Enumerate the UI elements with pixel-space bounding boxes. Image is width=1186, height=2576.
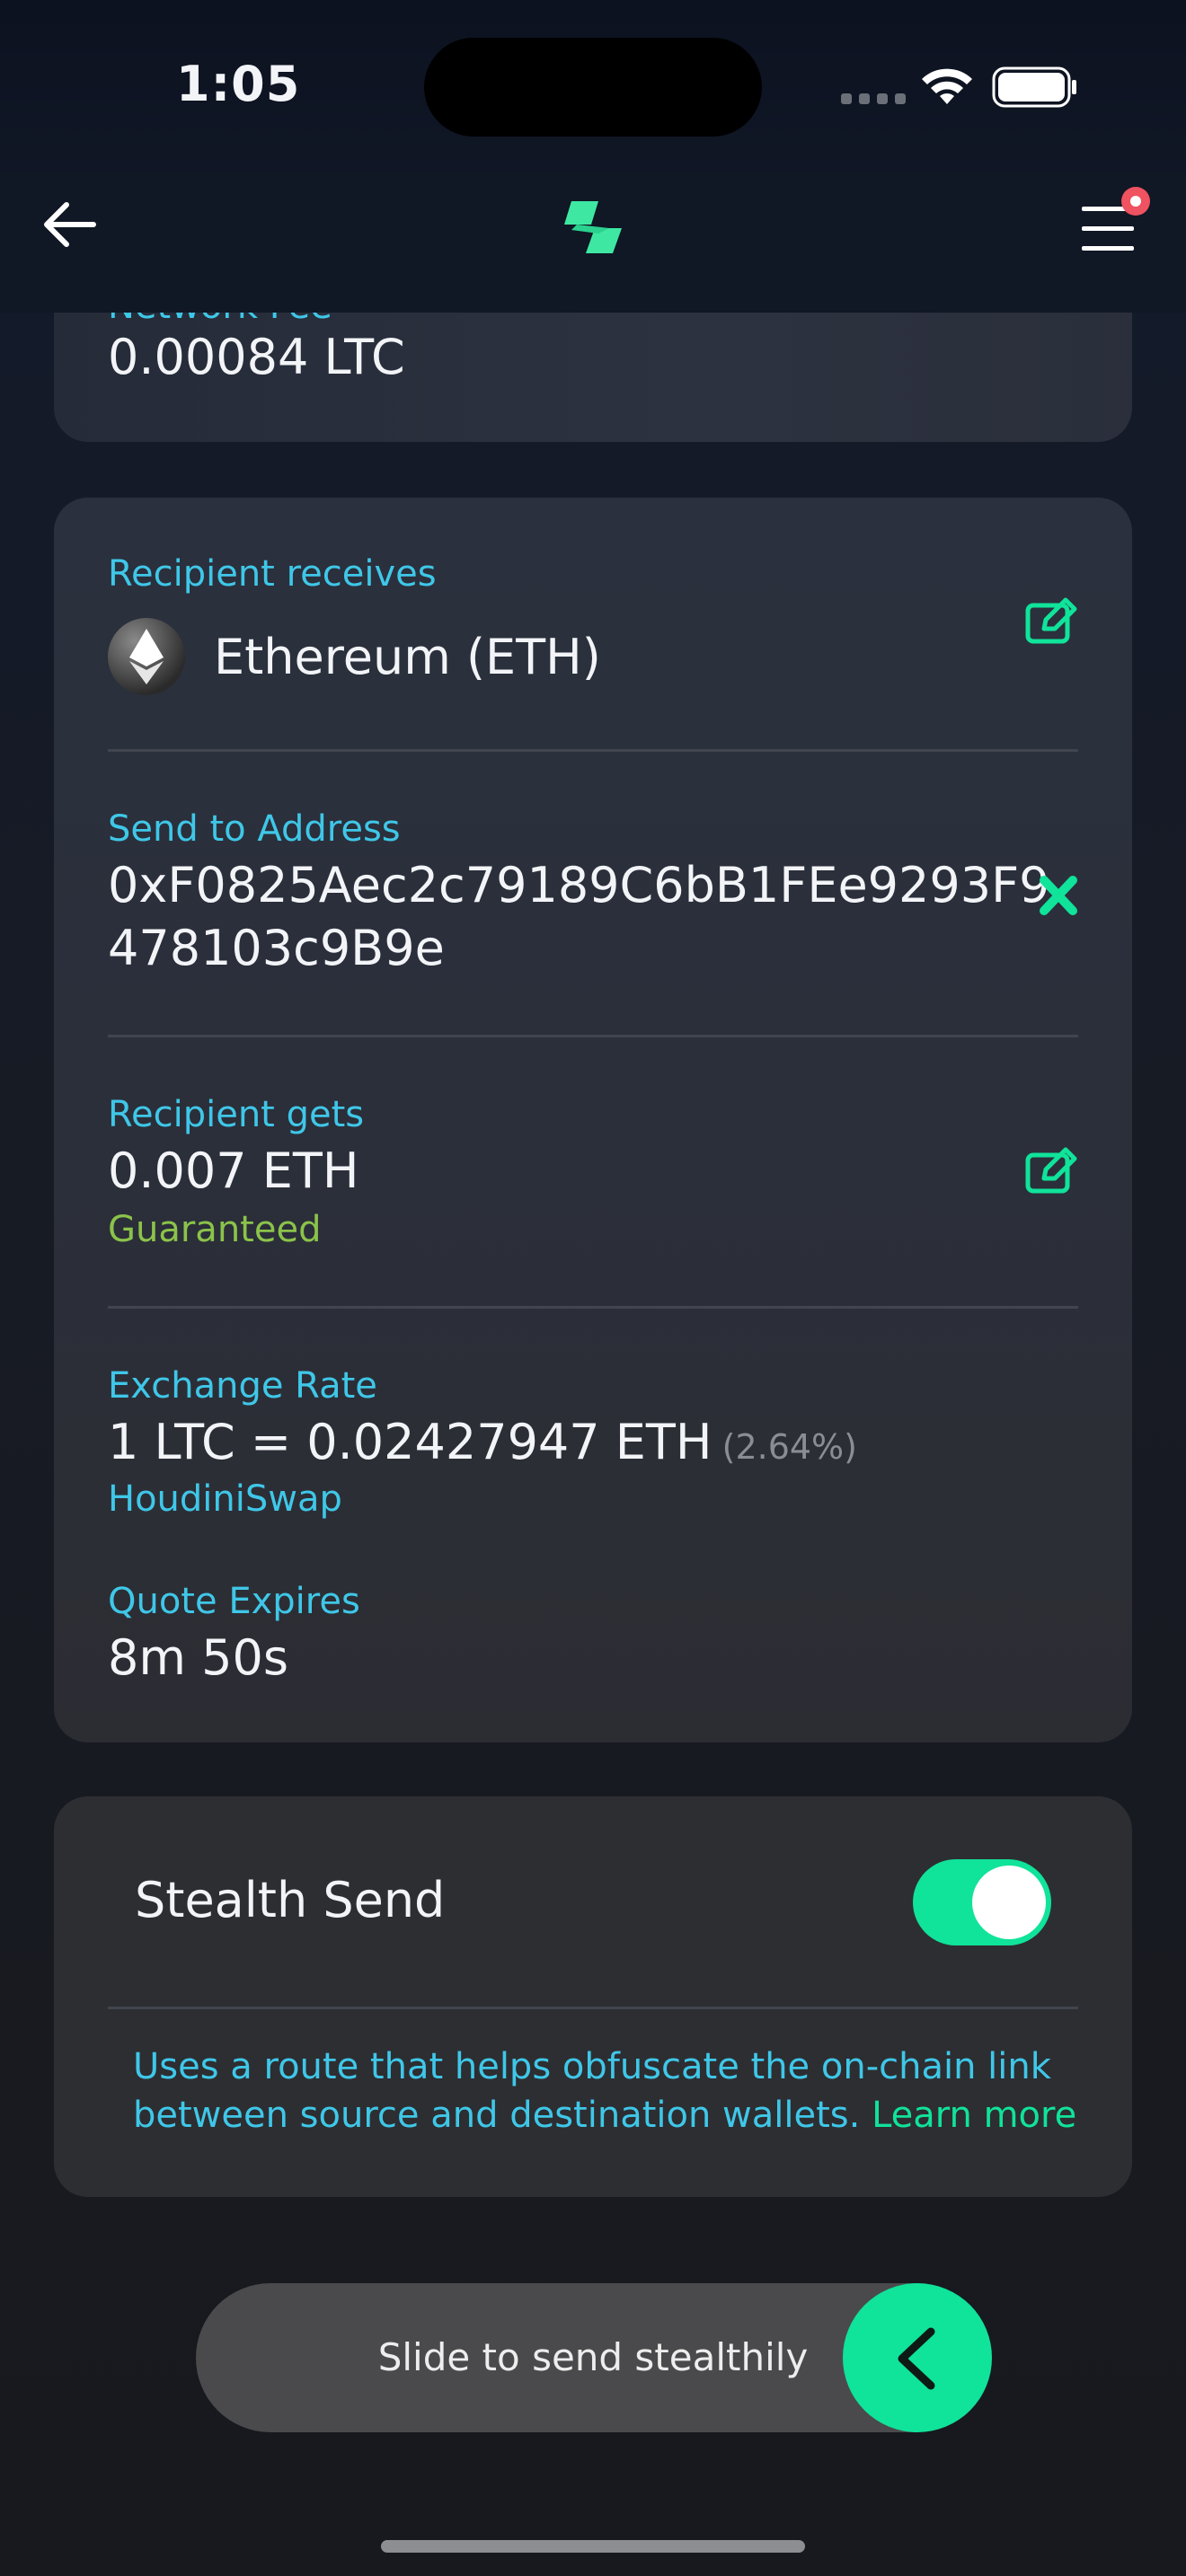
address-line-2: 478103c9B9e [108,920,445,976]
app-logo-icon [564,201,622,253]
clear-address-icon[interactable] [1037,875,1080,916]
address-line-1: 0xF0825Aec2c79189C6bB1FEe9293F9 [108,857,1050,913]
guaranteed-note: Guaranteed [108,1209,322,1250]
edit-amount-icon[interactable] [1024,1146,1082,1196]
recipient-gets-value: 0.007 ETH [108,1142,359,1199]
recipient-receives-label: Recipient receives [108,553,437,595]
stealth-send-description: Uses a route that helps obfuscate the on… [133,2042,1076,2139]
wifi-icon [922,68,972,104]
divider [108,1306,1078,1309]
chevron-left-icon [898,2327,935,2390]
exchange-rate-percent: (2.64%) [721,1427,857,1467]
description-line-1: Uses a route that helps obfuscate the on… [133,2046,1051,2087]
send-to-address-label: Send to Address [108,808,401,850]
edit-coin-icon[interactable] [1024,596,1082,647]
cellular-signal-icon [841,93,906,104]
toggle-knob [972,1866,1046,1939]
home-indicator [381,2540,805,2553]
recipient-receives-value: Ethereum (ETH) [214,629,601,685]
slide-handle[interactable] [843,2283,992,2432]
status-time: 1:05 [176,56,301,112]
learn-more-link[interactable]: Learn more [872,2095,1076,2136]
divider [108,749,1078,752]
description-line-2: between source and destination wallets. [133,2095,861,2136]
divider [108,1035,1078,1037]
menu-icon[interactable] [1076,185,1154,260]
recipient-gets-label: Recipient gets [108,1094,365,1135]
divider [108,2007,1078,2009]
exchange-rate-value: 1 LTC = 0.02427947 ETH [108,1414,712,1470]
exchange-rate-label: Exchange Rate [108,1365,377,1407]
ethereum-icon [108,618,185,695]
exchange-provider: HoudiniSwap [108,1478,342,1520]
stealth-send-label: Stealth Send [135,1872,446,1928]
stealth-send-toggle[interactable] [913,1859,1051,1945]
dynamic-island [424,38,762,137]
back-arrow-icon[interactable] [41,199,99,250]
quote-expires-label: Quote Expires [108,1581,360,1622]
battery-icon [992,66,1076,108]
quote-expires-value: 8m 50s [108,1629,288,1686]
network-fee-value: 0.00084 LTC [108,329,405,385]
exchange-rate-row: 1 LTC = 0.02427947 ETH (2.64%) [108,1414,857,1470]
